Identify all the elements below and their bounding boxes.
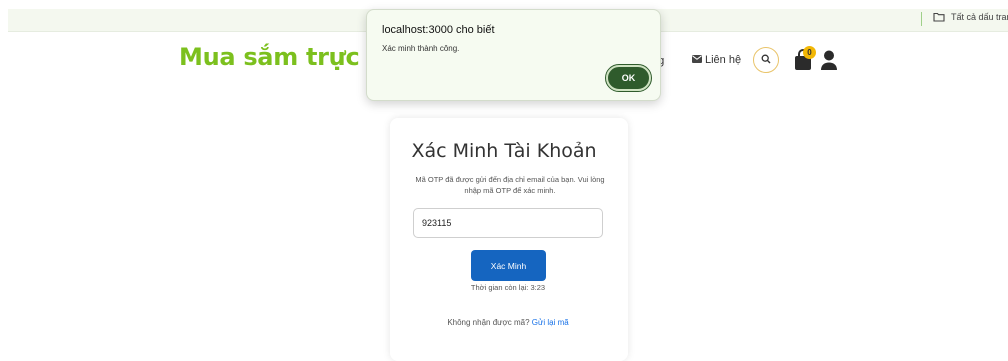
all-bookmarks-label: Tất cả dấu trang bbox=[951, 12, 1008, 22]
all-bookmarks-button[interactable]: Tất cả dấu trang bbox=[933, 12, 1008, 22]
verify-description: Mã OTP đã được gửi đến địa chỉ email của… bbox=[415, 175, 605, 195]
bookmarks-separator bbox=[921, 12, 922, 26]
user-icon bbox=[820, 50, 838, 74]
contact-label: Liên hệ bbox=[705, 54, 742, 66]
user-button[interactable] bbox=[820, 50, 838, 70]
otp-input[interactable] bbox=[413, 208, 603, 238]
alert-ok-button[interactable]: OK bbox=[605, 64, 652, 92]
nav-link-contact[interactable]: Liên hệ bbox=[692, 54, 741, 66]
mail-icon bbox=[692, 54, 702, 66]
resend-code-link[interactable]: Gửi lại mã bbox=[532, 318, 569, 327]
cart-icon bbox=[793, 49, 813, 75]
search-icon bbox=[761, 51, 771, 69]
verify-title: Xác Minh Tài Khoản bbox=[411, 140, 597, 162]
cart-count-badge: 0 bbox=[803, 46, 816, 59]
resend-prompt: Không nhận được mã? bbox=[447, 318, 530, 327]
alert-title: localhost:3000 cho biết bbox=[382, 24, 495, 36]
alert-message: Xác minh thành công. bbox=[382, 44, 460, 53]
countdown-timer: Thời gian còn lại: 3:23 bbox=[470, 283, 546, 292]
search-button[interactable] bbox=[753, 47, 779, 73]
resend-row: Không nhận được mã? Gửi lại mã bbox=[0, 318, 1008, 327]
folder-icon bbox=[933, 12, 945, 22]
alert-dialog: localhost:3000 cho biết Xác minh thành c… bbox=[366, 9, 661, 101]
verify-button[interactable]: Xác Minh bbox=[471, 250, 546, 281]
